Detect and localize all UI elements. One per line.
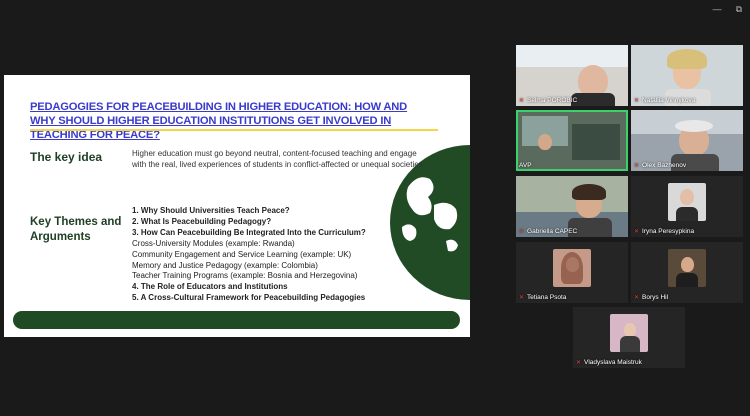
muted-mic-icon: ✕ [519,229,525,235]
participant-tile-active-speaker[interactable]: AVP [516,110,628,171]
themes-list: 1. Why Should Universities Teach Peace? … [132,206,432,304]
participant-name: ✕ Vladyslava Maistruk [576,359,642,366]
minimize-icon[interactable]: — [713,4,722,15]
muted-mic-icon: ✕ [519,98,525,104]
participant-name: ✕ Selma POROBIC [519,97,578,104]
muted-mic-icon: ✕ [519,295,525,301]
theme-subitem: Memory and Justice Pedagogy (example: Co… [132,260,318,270]
avatar [610,314,648,352]
avatar [668,249,706,287]
muted-mic-icon: ✕ [634,229,640,235]
participant-name: ✕ Iryna Peresypkina [634,228,695,235]
theme-item: 4. The Role of Educators and Institution… [132,282,288,292]
participant-name: ✕ Olex Bazhenov [634,162,687,169]
participant-name: ✕ Nataliia Vinnykova [634,97,696,104]
theme-subitem: Cross-University Modules (example: Rwand… [132,238,295,248]
participant-tile[interactable]: ✕ Selma POROBIC [516,45,628,106]
theme-item: 1. Why Should Universities Teach Peace? [132,206,290,215]
avatar [553,249,591,287]
participant-name: AVP [519,162,532,169]
participant-tile[interactable]: ✕ Tetiana Psota [516,242,628,303]
participant-name: ✕ Tetiana Psota [519,294,567,301]
avatar [668,183,706,221]
participant-tile[interactable]: ✕ Nataliia Vinnykova [631,45,743,106]
participant-tile[interactable]: ✕ Vladyslava Maistruk [573,307,685,368]
theme-item: 5. A Cross-Cultural Framework for Peaceb… [132,293,366,303]
window-controls: — ⧉ [713,4,742,15]
footer-bar [13,311,460,329]
key-idea-heading: The key idea [30,150,103,164]
participant-tile[interactable]: ✕ Borys Hil [631,242,743,303]
theme-subitem: Community Engagement and Service Learnin… [132,249,352,259]
title-underline-accent [30,129,438,131]
participant-name: ✕ Borys Hil [634,294,669,301]
muted-mic-icon: ✕ [634,295,640,301]
theme-item: 2. What Is Peacebuilding Pedagogy? [132,216,272,226]
shared-slide: PEDAGOGIES FOR PEACEBUILDING IN HIGHER E… [4,75,470,337]
themes-heading: Key Themes and Arguments [30,216,122,243]
slide-title: PEDAGOGIES FOR PEACEBUILDING IN HIGHER E… [30,101,408,141]
participant-tile[interactable]: ✕ Olex Bazhenov [631,110,743,171]
participant-tile[interactable]: ✕ Iryna Peresypkina [631,176,743,237]
theme-subitem: Teacher Training Programs (example: Bosn… [132,271,358,281]
muted-mic-icon: ✕ [634,163,640,169]
participant-tile[interactable]: ✕ Gabriella CAPEC [516,176,628,237]
restore-icon[interactable]: ⧉ [736,4,742,15]
participant-name: ✕ Gabriella CAPEC [519,228,578,235]
muted-mic-icon: ✕ [634,98,640,104]
theme-item: 3. How Can Peacebuilding Be Integrated I… [132,227,366,237]
muted-mic-icon: ✕ [576,360,582,366]
key-idea-text: Higher education must go beyond neutral,… [132,149,423,169]
